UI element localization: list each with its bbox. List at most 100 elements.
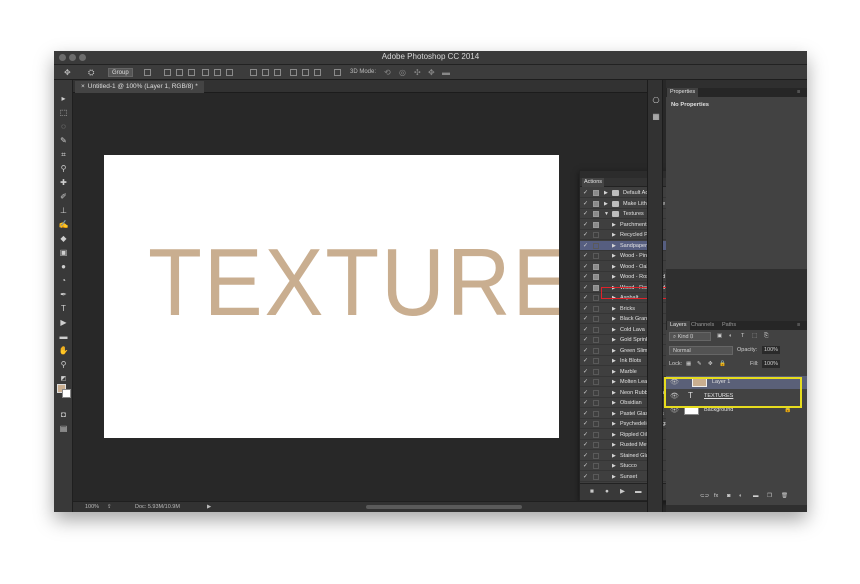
toggle-item-check-icon[interactable]: ✓ [583, 294, 588, 302]
new-set-icon[interactable]: ▬ [635, 488, 642, 496]
toggle-item-check-icon[interactable]: ✓ [583, 452, 588, 460]
channels-tab[interactable]: Channels [688, 321, 717, 330]
toggle-item-check-icon[interactable]: ✓ [583, 473, 588, 481]
toggle-item-check-icon[interactable]: ✓ [583, 347, 588, 355]
toggle-item-check-icon[interactable]: ✓ [583, 410, 588, 418]
dialog-toggle-icon[interactable] [593, 274, 599, 280]
dialog-toggle-icon[interactable] [593, 295, 599, 301]
dialog-toggle-icon[interactable] [593, 389, 599, 396]
dialog-toggle-icon[interactable] [593, 253, 599, 259]
collapsed-arrow-icon[interactable]: ▶ [612, 242, 616, 250]
transform-controls-icon[interactable] [144, 69, 151, 76]
toggle-item-check-icon[interactable]: ✓ [583, 357, 588, 365]
adjustment-layer-icon[interactable]: ◐ [739, 493, 742, 499]
dialog-toggle-icon[interactable] [593, 379, 599, 385]
status-menu-arrow-icon[interactable]: ▶ [207, 504, 211, 510]
layers-panel-menu-icon[interactable]: ≡ [794, 321, 803, 330]
collapsed-arrow-icon[interactable]: ▶ [612, 305, 616, 313]
quick-select-tool-icon[interactable]: ✎ [58, 136, 69, 146]
toggle-item-check-icon[interactable]: ✓ [583, 315, 588, 323]
dialog-toggle-icon[interactable] [593, 242, 599, 249]
collapsed-arrow-icon[interactable]: ▶ [612, 378, 616, 386]
align-right-icon[interactable] [226, 69, 233, 76]
toggle-item-check-icon[interactable]: ✓ [583, 462, 588, 470]
lock-position-icon[interactable]: ✥ [708, 361, 713, 367]
toggle-item-check-icon[interactable]: ✓ [583, 399, 588, 407]
filter-shape-icon[interactable]: ⬚ [752, 333, 757, 339]
dialog-toggle-icon[interactable] [593, 326, 599, 333]
type-tool-icon[interactable]: T [58, 304, 69, 314]
collapsed-arrow-icon[interactable]: ▶ [612, 462, 616, 470]
document-canvas[interactable]: TEXTURES [104, 155, 559, 438]
canvas-area[interactable]: TEXTURES Actions ✓▶Default Actions✓▶Make… [73, 93, 690, 501]
delete-layer-icon[interactable]: 🗑 [781, 493, 788, 499]
dialog-toggle-icon[interactable] [593, 305, 599, 312]
toggle-item-check-icon[interactable]: ✓ [583, 263, 588, 271]
dodge-tool-icon[interactable]: ◔ [58, 276, 69, 286]
align-hcenter-icon[interactable] [214, 69, 221, 76]
blend-mode-dropdown[interactable]: Normal [669, 346, 733, 355]
lock-transparent-icon[interactable]: ▦ [686, 361, 691, 367]
shape-tool-icon[interactable]: ▬ [58, 332, 69, 342]
actions-panel-icon[interactable]: ▦ [651, 112, 661, 121]
collapsed-arrow-icon[interactable]: ▶ [612, 420, 616, 428]
3d-rotate-icon[interactable]: ⟲ [384, 68, 391, 77]
record-icon[interactable]: ● [605, 488, 609, 496]
auto-select-dropdown[interactable]: Group [108, 68, 133, 77]
collapsed-arrow-icon[interactable]: ▶ [612, 389, 616, 397]
default-colors-icon[interactable]: ◩ [58, 374, 69, 384]
blur-tool-icon[interactable]: ● [58, 262, 69, 272]
toggle-item-check-icon[interactable]: ✓ [583, 189, 588, 197]
collapsed-arrow-icon[interactable]: ▶ [612, 273, 616, 281]
dialog-toggle-icon[interactable] [593, 221, 599, 228]
collapsed-arrow-icon[interactable]: ▶ [612, 357, 616, 365]
dialog-toggle-icon[interactable] [593, 347, 599, 354]
filter-type-icon[interactable]: T [741, 333, 744, 339]
toggle-item-check-icon[interactable]: ✓ [583, 420, 588, 428]
collapsed-arrow-icon[interactable]: ▶ [612, 441, 616, 449]
healing-brush-tool-icon[interactable]: ✚ [58, 178, 69, 188]
distribute-top-icon[interactable] [250, 69, 257, 76]
dialog-toggle-icon[interactable] [593, 431, 599, 438]
lock-all-icon[interactable]: 🔒 [719, 361, 726, 367]
pen-tool-icon[interactable]: ✒ [58, 290, 69, 300]
dialog-toggle-icon[interactable] [593, 400, 599, 406]
distribute-vcenter-icon[interactable] [262, 69, 269, 76]
document-tab[interactable]: × Untitled-1 @ 100% (Layer 1, RGB/8) * [75, 81, 204, 93]
toggle-item-check-icon[interactable]: ✓ [583, 252, 588, 260]
toggle-item-check-icon[interactable]: ✓ [583, 389, 588, 397]
toggle-item-check-icon[interactable]: ✓ [583, 210, 588, 218]
collapsed-arrow-icon[interactable]: ▶ [612, 368, 616, 376]
screen-mode-icon[interactable]: ▤ [58, 424, 69, 434]
hand-tool-icon[interactable]: ✋ [58, 346, 69, 356]
collapsed-arrow-icon[interactable]: ▶ [612, 410, 616, 418]
toggle-item-check-icon[interactable]: ✓ [583, 326, 588, 334]
crop-tool-icon[interactable]: ⌗ [58, 150, 69, 160]
marquee-tool-icon[interactable]: ⬚ [58, 108, 69, 118]
move-tool-icon[interactable]: ✥ [64, 68, 71, 77]
toggle-item-check-icon[interactable]: ✓ [583, 378, 588, 386]
collapsed-arrow-icon[interactable]: ▶ [612, 326, 616, 334]
align-bottom-icon[interactable] [188, 69, 195, 76]
eraser-tool-icon[interactable]: ◆ [58, 234, 69, 244]
zoom-level[interactable]: 100% [85, 504, 99, 510]
collapsed-arrow-icon[interactable]: ▶ [612, 399, 616, 407]
path-select-tool-icon[interactable]: ▶ [58, 318, 69, 328]
collapsed-arrow-icon[interactable]: ▶ [612, 263, 616, 271]
properties-tab[interactable]: Properties [667, 88, 699, 97]
expanded-arrow-icon[interactable]: ▼ [604, 210, 609, 218]
quick-mask-icon[interactable]: ◘ [58, 410, 69, 420]
dialog-toggle-icon[interactable] [593, 284, 599, 291]
paths-tab[interactable]: Paths [719, 321, 739, 330]
align-vcenter-icon[interactable] [176, 69, 183, 76]
3d-roll-icon[interactable]: ◎ [399, 68, 406, 77]
collapsed-arrow-icon[interactable]: ▶ [604, 189, 608, 197]
distribute-left-icon[interactable] [290, 69, 297, 76]
new-layer-icon[interactable]: ❒ [767, 493, 772, 499]
collapsed-arrow-icon[interactable]: ▶ [612, 221, 616, 229]
dialog-toggle-icon[interactable] [593, 358, 599, 364]
collapsed-arrow-icon[interactable]: ▶ [612, 431, 616, 439]
distribute-hcenter-icon[interactable] [302, 69, 309, 76]
fill-field[interactable]: 100% [762, 360, 781, 368]
distribute-right-icon[interactable] [314, 69, 321, 76]
